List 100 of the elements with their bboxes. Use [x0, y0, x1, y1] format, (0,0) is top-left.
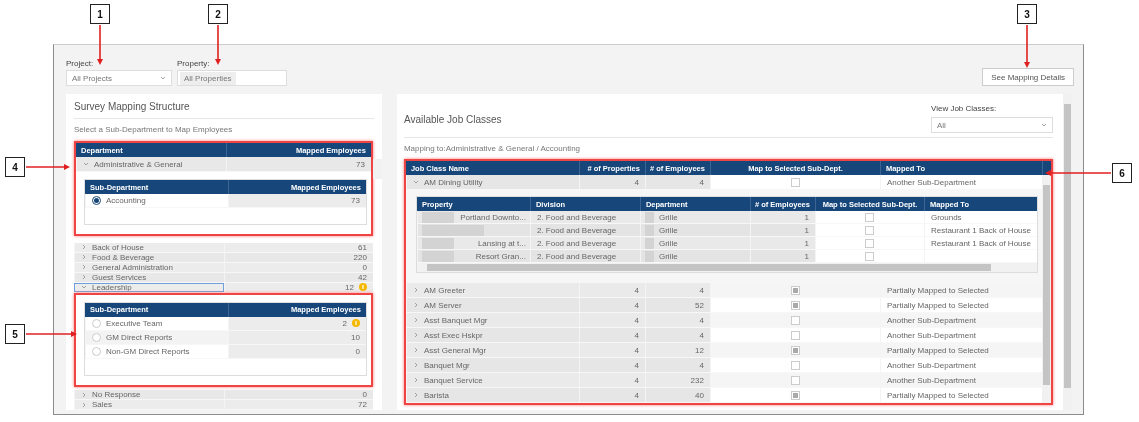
chevron-right-icon[interactable] [412, 287, 419, 293]
field-label: View Job Classes: [931, 104, 998, 113]
checkbox[interactable] [790, 390, 800, 400]
chevron-right-icon[interactable] [412, 317, 419, 323]
selected-tag[interactable]: All Properties [180, 71, 236, 85]
checkbox[interactable] [865, 238, 875, 248]
chevron-down-icon[interactable] [160, 75, 166, 81]
table-cell: 2. Food and Beverage [529, 250, 640, 262]
department-cell[interactable]: Food & Beverage [74, 252, 224, 262]
chevron-right-icon[interactable] [412, 302, 419, 308]
redacted-block [644, 211, 654, 223]
table-cell: 4 [578, 298, 645, 312]
chevron-down-icon[interactable] [412, 179, 419, 185]
department-cell: Grille [639, 224, 750, 236]
callout-arrow [215, 25, 221, 65]
count-cell: 0 [224, 262, 373, 272]
redacted-block [644, 224, 654, 236]
checkbox[interactable] [790, 177, 800, 187]
chevron-right-icon[interactable] [412, 347, 419, 353]
mapping-path-text: Mapping to:Administrative & General / Accounting [403, 144, 582, 153]
job-class-cell[interactable]: AM Server [405, 298, 579, 312]
project-select[interactable]: All Projects [66, 70, 172, 86]
table-cell: 2. Food and Beverage [529, 237, 640, 249]
callout-number: 4 [5, 157, 25, 177]
count-cell: 72 [224, 400, 373, 409]
chevron-right-icon[interactable] [412, 362, 419, 368]
department-cell[interactable]: Leadership [74, 282, 224, 292]
callout-number: 3 [1017, 4, 1037, 24]
scrollbar[interactable] [1042, 175, 1051, 403]
table-cell: 4 [578, 313, 645, 327]
table-cell: 4 [644, 283, 710, 297]
department-cell: Grille [639, 211, 750, 223]
department-cell: Grille [639, 237, 750, 249]
checkbox[interactable] [790, 345, 800, 355]
table-cell: 52 [644, 298, 710, 312]
chevron-right-icon[interactable] [412, 377, 419, 383]
redacted-block [644, 237, 654, 249]
scrollbar[interactable] [372, 159, 382, 179]
checkbox[interactable] [790, 330, 800, 340]
job-class-cell[interactable]: Asst Banquet Mgr [405, 313, 579, 327]
job-class-cell[interactable]: Barista [405, 388, 579, 402]
property-cell: Portland Downto... [416, 211, 530, 223]
checkbox[interactable] [865, 251, 875, 261]
table-cell: 4 [578, 358, 645, 372]
checkbox[interactable] [790, 360, 800, 370]
chevron-down-icon[interactable] [83, 161, 89, 167]
department-cell[interactable]: General Administration [74, 262, 224, 272]
callout-number: 2 [208, 4, 228, 24]
chevron-down-icon[interactable] [81, 284, 87, 290]
chevron-down-icon[interactable] [1041, 122, 1047, 128]
count-cell: 73 [226, 157, 371, 171]
chevron-right-icon[interactable] [412, 392, 419, 398]
table-cell: Another Sub-Department [879, 373, 1042, 387]
department-cell: Grille [639, 250, 750, 262]
department-cell[interactable]: No Response [74, 390, 224, 399]
table-cell: 4 [644, 358, 710, 372]
table-cell: 2. Food and Beverage [529, 224, 640, 236]
count-cell: 220 [224, 252, 373, 262]
callout-arrow [1024, 25, 1030, 68]
warning-icon [351, 319, 360, 327]
table-cell: 1 [749, 224, 815, 236]
checkbox[interactable] [790, 300, 800, 310]
job-class-cell[interactable]: Banquet Service [405, 373, 579, 387]
redacted-block [644, 250, 654, 262]
job-class-cell[interactable]: Banquet Mgr [405, 358, 579, 372]
department-cell[interactable]: Guest Services [74, 272, 224, 282]
checkbox[interactable] [790, 315, 800, 325]
checkbox[interactable] [790, 285, 800, 295]
scrollbar-thumb[interactable] [1043, 185, 1050, 385]
department-cell[interactable]: Sales [74, 400, 224, 409]
table-cell: 4 [578, 343, 645, 357]
checkbox[interactable] [790, 375, 800, 385]
scrollbar-thumb[interactable] [426, 264, 991, 271]
job-class-cell[interactable]: AM Greeter [405, 283, 579, 297]
property-cell: Lansing at t... [416, 237, 530, 249]
job-class-cell[interactable]: AM Dining Utility [405, 175, 579, 189]
table-cell: 40 [644, 388, 710, 402]
count-cell: 0 [224, 390, 373, 399]
table-cell: 12 [644, 343, 710, 357]
department-cell[interactable]: Back of House [74, 242, 224, 252]
radio-button[interactable] [92, 196, 101, 205]
checkbox[interactable] [865, 212, 875, 222]
callout-number: 5 [5, 324, 25, 344]
job-class-cell[interactable]: Asst General Mgr [405, 343, 579, 357]
view-job-classes-select[interactable]: All [931, 117, 1053, 133]
callout-arrow [26, 331, 77, 337]
chevron-right-icon[interactable] [412, 332, 419, 338]
table-cell: 4 [578, 283, 645, 297]
horizontal-scrollbar[interactable] [416, 263, 1037, 272]
table-cell: 232 [644, 373, 710, 387]
scrollbar-thumb[interactable] [1064, 104, 1071, 389]
table-cell: Partially Mapped to Selected [879, 283, 1042, 297]
see-mapping-details-button[interactable]: See Mapping Details [982, 68, 1074, 86]
property-select[interactable]: All Properties [177, 70, 287, 86]
checkbox[interactable] [865, 225, 875, 235]
job-class-cell[interactable]: Asst Exec Hskpr [405, 328, 579, 342]
field-label: Property: [177, 59, 211, 68]
table-cell: 1 [749, 211, 815, 223]
department-cell[interactable]: Administrative & General [76, 157, 226, 171]
callout-arrow [1045, 170, 1111, 176]
